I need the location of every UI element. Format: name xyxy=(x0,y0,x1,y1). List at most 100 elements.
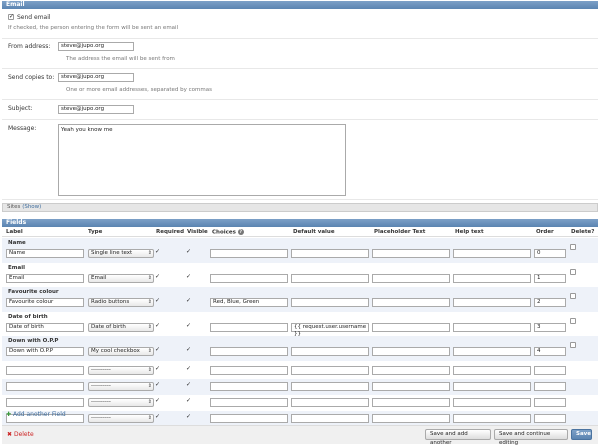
field-label-input[interactable]: Date of birth xyxy=(6,322,84,332)
field-choices-input[interactable] xyxy=(210,398,288,407)
field-required-checkbox[interactable]: ✓ xyxy=(155,347,160,353)
field-choices-input[interactable] xyxy=(210,347,288,356)
field-default-input[interactable]: {{ request.user.username }} xyxy=(291,322,369,337)
field-placeholder-input[interactable] xyxy=(372,347,450,356)
send-copies-input[interactable]: steve@jupo.org xyxy=(58,73,134,82)
field-delete-checkbox[interactable] xyxy=(570,317,576,324)
sites-show-link[interactable]: (Show) xyxy=(22,204,41,210)
field-placeholder-input[interactable] xyxy=(372,398,450,407)
field-type-select[interactable]: Email xyxy=(88,273,154,283)
field-visible-checkbox[interactable]: ✓ xyxy=(186,382,191,388)
field-visible-checkbox[interactable]: ✓ xyxy=(186,366,191,372)
field-help-input[interactable] xyxy=(453,322,531,332)
field-delete-checkbox[interactable] xyxy=(570,268,576,275)
subject-input[interactable]: steve@jupo.org xyxy=(58,105,134,114)
field-help-input[interactable] xyxy=(453,414,531,423)
field-type-select[interactable]: Date of birth xyxy=(88,322,154,332)
col-order: Order xyxy=(536,229,554,235)
field-label-input[interactable] xyxy=(6,398,84,407)
field-placeholder-input[interactable] xyxy=(372,249,450,258)
field-visible-checkbox[interactable]: ✓ xyxy=(186,298,191,304)
field-required-checkbox[interactable]: ✓ xyxy=(155,366,160,372)
field-default-input[interactable] xyxy=(291,298,369,307)
field-visible-checkbox[interactable]: ✓ xyxy=(186,273,191,280)
field-row: Favourite colour Favourite colour Radio bu… xyxy=(2,287,598,312)
field-order-input[interactable]: 0 xyxy=(534,249,566,258)
field-placeholder-input[interactable] xyxy=(372,298,450,307)
field-required-checkbox[interactable]: ✓ xyxy=(155,273,160,280)
field-order-input[interactable] xyxy=(534,366,566,375)
field-type-select[interactable]: ---------- xyxy=(88,414,154,423)
field-choices-input[interactable] xyxy=(210,249,288,258)
field-visible-checkbox[interactable]: ✓ xyxy=(186,322,191,329)
field-label-input[interactable] xyxy=(6,382,84,391)
field-type-select[interactable]: ---------- xyxy=(88,366,154,375)
help-icon[interactable]: ? xyxy=(237,229,244,235)
field-help-input[interactable] xyxy=(453,366,531,375)
field-default-input[interactable] xyxy=(291,347,369,356)
field-placeholder-input[interactable] xyxy=(372,322,450,332)
field-label-input[interactable]: Down with O.P.P xyxy=(6,347,84,356)
save-and-continue-button[interactable]: Save and continue editing xyxy=(494,429,568,446)
field-placeholder-input[interactable] xyxy=(372,382,450,391)
field-delete-checkbox[interactable] xyxy=(570,342,576,348)
field-help-input[interactable] xyxy=(453,398,531,407)
field-help-input[interactable] xyxy=(453,298,531,307)
field-order-input[interactable] xyxy=(534,382,566,391)
field-help-input[interactable] xyxy=(453,249,531,258)
field-type-select[interactable]: My cool checkbox xyxy=(88,347,154,356)
field-choices-input[interactable] xyxy=(210,414,288,423)
field-required-checkbox[interactable]: ✓ xyxy=(155,398,160,404)
field-delete-checkbox[interactable] xyxy=(570,244,576,250)
field-placeholder-input[interactable] xyxy=(372,366,450,375)
field-choices-input[interactable] xyxy=(210,322,288,332)
field-visible-checkbox[interactable]: ✓ xyxy=(186,249,191,255)
field-default-input[interactable] xyxy=(291,249,369,258)
field-order-input[interactable]: 4 xyxy=(534,347,566,356)
from-address-input[interactable]: steve@jupo.org xyxy=(58,42,134,51)
field-delete-checkbox[interactable] xyxy=(570,293,576,299)
field-choices-input[interactable]: Red, Blue, Green xyxy=(210,298,288,307)
field-visible-checkbox[interactable]: ✓ xyxy=(186,398,191,404)
delete-link[interactable]: ✖ Delete xyxy=(7,431,34,438)
field-type-select[interactable]: ---------- xyxy=(88,398,154,407)
field-placeholder-input[interactable] xyxy=(372,414,450,423)
field-default-input[interactable] xyxy=(291,398,369,407)
save-and-add-another-button[interactable]: Save and add another xyxy=(425,429,491,446)
send-email-checkbox[interactable] xyxy=(8,13,14,20)
field-order-input[interactable]: 2 xyxy=(534,298,566,307)
field-visible-checkbox[interactable]: ✓ xyxy=(186,347,191,353)
field-required-checkbox[interactable]: ✓ xyxy=(155,298,160,304)
field-label-input[interactable]: Email xyxy=(6,273,84,283)
field-choices-input[interactable] xyxy=(210,366,288,375)
field-help-input[interactable] xyxy=(453,347,531,356)
field-choices-input[interactable] xyxy=(210,273,288,283)
field-help-input[interactable] xyxy=(453,273,531,283)
field-help-input[interactable] xyxy=(453,382,531,391)
message-textarea[interactable]: Yeah you know me xyxy=(58,124,346,196)
field-type-select[interactable]: Single line text xyxy=(88,249,154,258)
field-type-select[interactable]: Radio buttons xyxy=(88,298,154,307)
field-label-input[interactable] xyxy=(6,366,84,375)
field-visible-checkbox[interactable]: ✓ xyxy=(186,414,191,420)
field-placeholder-input[interactable] xyxy=(372,273,450,283)
field-order-input[interactable]: 1 xyxy=(534,273,566,283)
field-default-input[interactable] xyxy=(291,366,369,375)
field-type-select[interactable]: ---------- xyxy=(88,382,154,391)
field-order-input[interactable] xyxy=(534,398,566,407)
field-required-checkbox[interactable]: ✓ xyxy=(155,382,160,388)
field-default-input[interactable] xyxy=(291,414,369,423)
add-another-field-link[interactable]: ✚ Add another Field xyxy=(6,411,66,418)
field-order-input[interactable] xyxy=(534,414,566,423)
field-label-input[interactable]: Name xyxy=(6,249,84,258)
field-choices-input[interactable] xyxy=(210,382,288,391)
field-required-checkbox[interactable]: ✓ xyxy=(155,414,160,420)
field-label-input[interactable]: Favourite colour xyxy=(6,298,84,307)
field-order-input[interactable]: 3 xyxy=(534,322,566,332)
field-required-checkbox[interactable]: ✓ xyxy=(155,322,160,329)
field-required-checkbox[interactable]: ✓ xyxy=(155,249,160,255)
field-default-input[interactable] xyxy=(291,273,369,283)
field-default-input[interactable] xyxy=(291,382,369,391)
field-row: Date of birthDate of birthDate of birth✓… xyxy=(2,311,598,337)
save-button[interactable]: Save xyxy=(571,429,592,440)
